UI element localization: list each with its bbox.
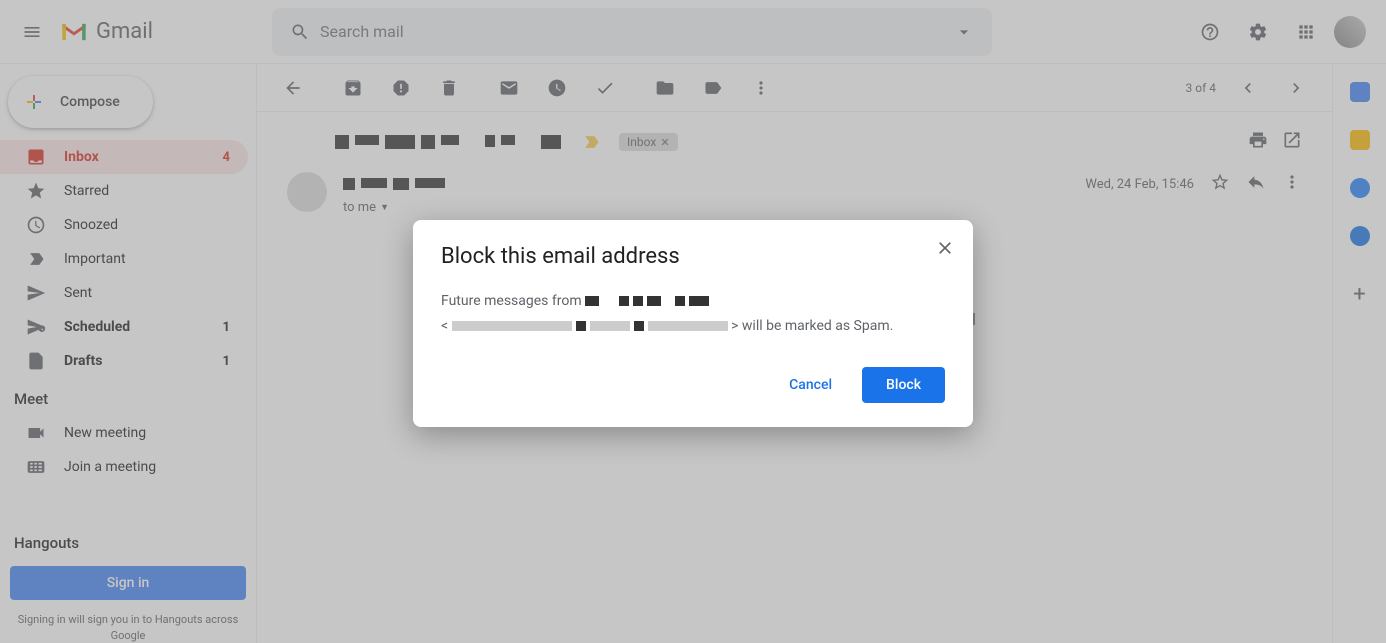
- dialog-close-button[interactable]: [935, 238, 955, 262]
- block-button[interactable]: Block: [862, 367, 945, 403]
- block-email-dialog: Block this email address Future messages…: [413, 220, 973, 427]
- modal-overlay: Block this email address Future messages…: [0, 0, 1386, 643]
- close-icon: [935, 238, 955, 258]
- dialog-body: Future messages from < > will be marked …: [441, 289, 945, 339]
- redacted-email: [452, 321, 728, 331]
- redacted-sender-name: [585, 296, 709, 306]
- cancel-button[interactable]: Cancel: [767, 367, 854, 403]
- dialog-title: Block this email address: [441, 244, 945, 269]
